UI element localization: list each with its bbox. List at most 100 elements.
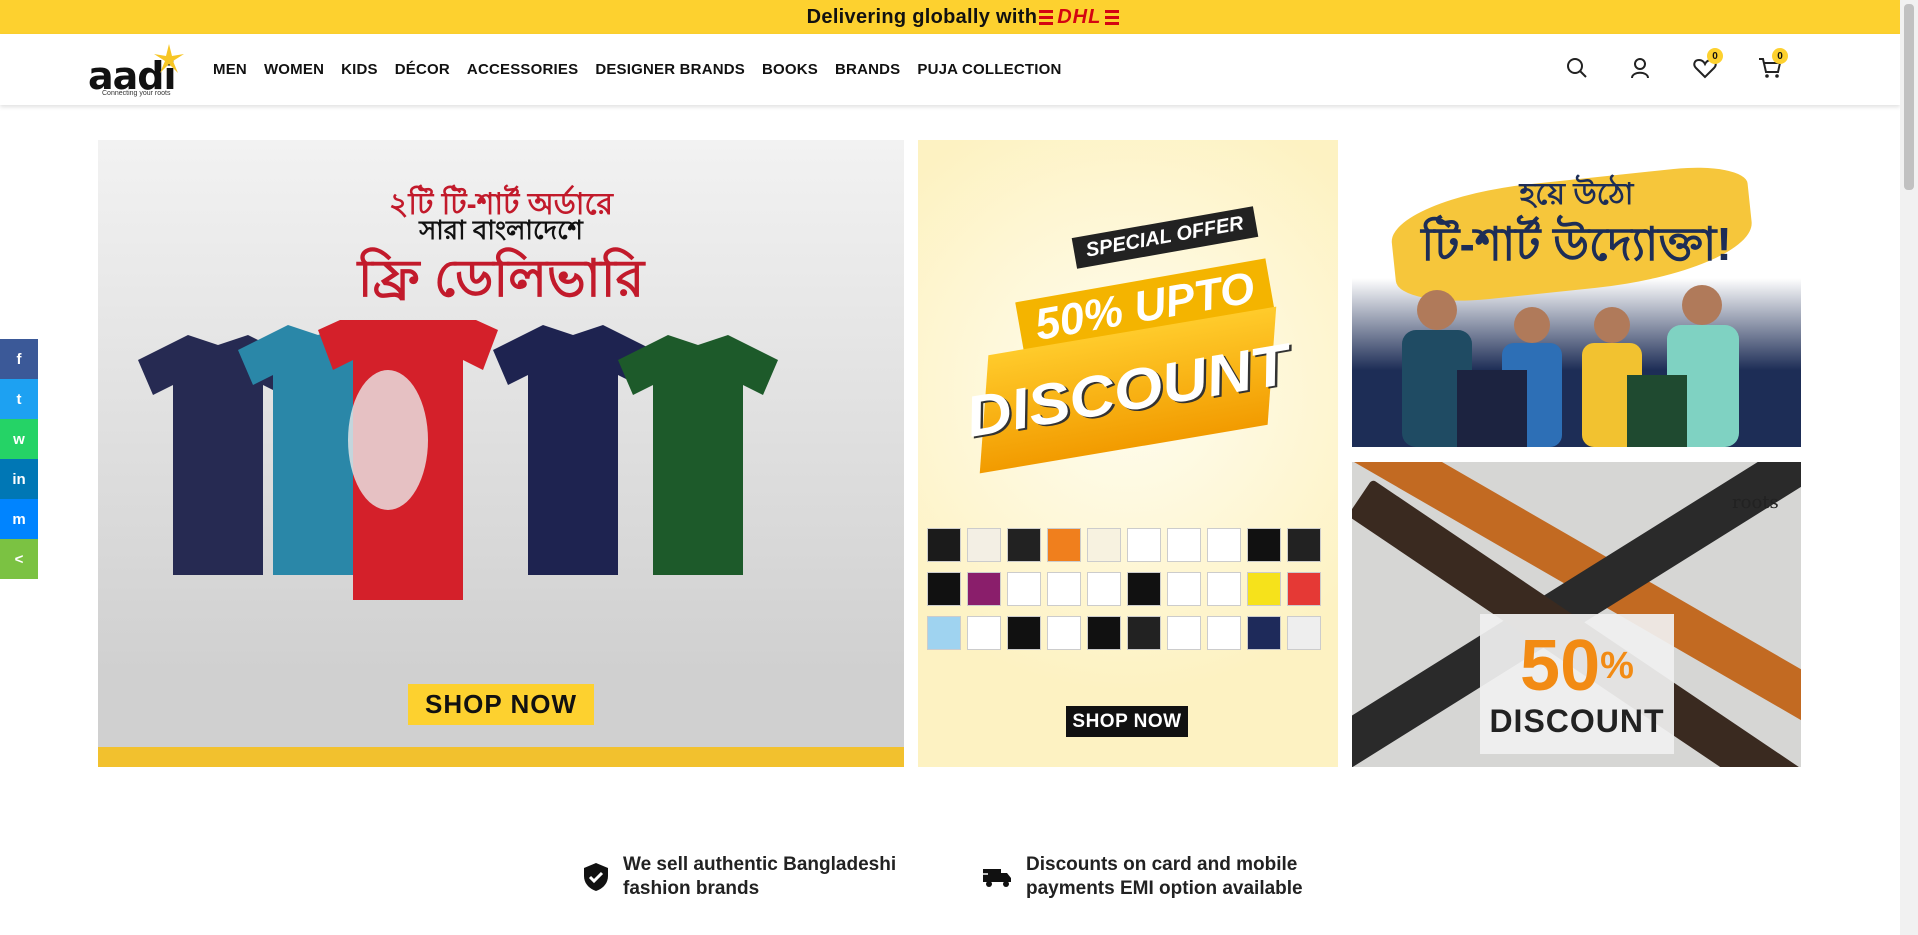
roots-logo: roots: [1732, 492, 1779, 513]
cart-button[interactable]: 0: [1754, 48, 1788, 86]
share-icon: <: [14, 550, 24, 568]
nav-kids[interactable]: KIDS: [341, 61, 378, 78]
brand-logo: [1087, 528, 1121, 562]
delivery-truck-icon: [982, 869, 1011, 887]
tshirts-image: [138, 320, 778, 600]
brand-logo: [927, 528, 961, 562]
whatsapp-icon: w: [13, 430, 25, 448]
nav-books[interactable]: BOOKS: [762, 61, 818, 78]
whatsapp-share-button[interactable]: w: [0, 419, 38, 459]
wishlist-button[interactable]: 0: [1689, 48, 1723, 86]
brand-logo: [1247, 616, 1281, 650]
feature-payments-line1: Discounts on card and mobile: [1026, 854, 1298, 875]
brand-logo: [1007, 528, 1041, 562]
roots-belts-discount-banner[interactable]: roots 50% DISCOUNT: [1352, 462, 1801, 767]
brand-logo: [1207, 572, 1241, 606]
messenger-icon: m: [12, 510, 26, 528]
brand-logo: [967, 616, 1001, 650]
feature-authentic-line1: We sell authentic Bangladeshi: [623, 854, 897, 875]
brand-logo: [1167, 528, 1201, 562]
nav-men[interactable]: MEN: [213, 61, 247, 78]
shipping-text: Delivering globally with: [806, 5, 1038, 28]
brands-discount-banner[interactable]: SPECIAL OFFER 50% UPTO DISCOUNT SHOP NOW: [918, 140, 1338, 767]
brand-logo: [1127, 616, 1161, 650]
brand-logo: [1287, 572, 1321, 606]
brand-logo: [1047, 572, 1081, 606]
banner1-bottom-band: [98, 747, 904, 767]
page-scrollbar[interactable]: [1900, 0, 1918, 935]
nav-accessories[interactable]: ACCESSORIES: [467, 61, 578, 78]
discount-label: DISCOUNT: [960, 331, 1296, 449]
nav-women[interactable]: WOMEN: [264, 61, 324, 78]
discount-percent: 50%: [1520, 629, 1634, 703]
twitter-share-button[interactable]: t: [0, 379, 38, 419]
nav-designer-brands[interactable]: DESIGNER BRANDS: [595, 61, 745, 78]
logo-tagline: Connecting your roots: [102, 90, 171, 97]
user-icon: [1631, 58, 1649, 79]
brand-logo: [1247, 528, 1281, 562]
feature-payments-line2: payments EMI option available: [1026, 878, 1303, 899]
shield-check-icon: [584, 863, 608, 891]
site-header: aadi Connecting your roots MEN WOMEN KID…: [0, 34, 1900, 105]
brand-logo: [1287, 528, 1321, 562]
feature-payments-text: Discounts on card and mobile payments EM…: [1026, 853, 1303, 901]
discount-percent-value: 50: [1520, 625, 1601, 706]
brand-logo: [1167, 572, 1201, 606]
percent-sign: %: [1600, 644, 1634, 687]
brand-logos-grid: [927, 528, 1333, 650]
shipping-bar: Delivering globally with DHL: [0, 0, 1918, 34]
special-offer-badge: SPECIAL OFFER: [1071, 206, 1258, 269]
brand-logo: [1047, 616, 1081, 650]
main-nav: MEN WOMEN KIDS DÉCOR ACCESSORIES DESIGNE…: [213, 34, 1079, 105]
people-image: [1402, 285, 1739, 447]
banner1-shop-now-button[interactable]: SHOP NOW: [408, 684, 594, 725]
feature-authentic-line2: fashion brands: [623, 878, 760, 899]
feature-authentic-text: We sell authentic Bangladeshi fashion br…: [623, 853, 896, 901]
brand-logo: [967, 572, 1001, 606]
brand-logo: [1207, 616, 1241, 650]
brand-logo: [1087, 616, 1121, 650]
logo-star-icon: [154, 44, 184, 73]
banner2-shop-now-button[interactable]: SHOP NOW: [1066, 706, 1188, 737]
nav-decor[interactable]: DÉCOR: [395, 61, 450, 78]
discount-box: 50% DISCOUNT: [1480, 614, 1674, 754]
brand-logo: [1167, 616, 1201, 650]
brand-logo: [1047, 528, 1081, 562]
search-icon: [1567, 58, 1587, 78]
brand-logo: [1127, 572, 1161, 606]
aadi-logo[interactable]: aadi Connecting your roots: [88, 40, 190, 100]
messenger-share-button[interactable]: m: [0, 499, 38, 539]
account-button[interactable]: [1624, 50, 1656, 86]
social-share-bar: f t w in m <: [0, 339, 38, 579]
facebook-icon: f: [16, 350, 22, 368]
discount-label: DISCOUNT: [1489, 702, 1665, 739]
twitter-icon: t: [16, 390, 22, 408]
search-button[interactable]: [1561, 50, 1593, 86]
brand-logo: [927, 572, 961, 606]
tshirt-free-delivery-banner[interactable]: ২টি টি-শার্ট অর্ডারে সারা বাংলাদেশে ফ্রি…: [98, 140, 904, 767]
banner1-line3: ফ্রি ডেলিভারি: [357, 250, 645, 308]
tshirt-entrepreneur-banner[interactable]: হয়ে উঠো টি-শার্ট উদ্যোক্তা!: [1352, 140, 1801, 447]
linkedin-share-button[interactable]: in: [0, 459, 38, 499]
brand-logo: [967, 528, 1001, 562]
brand-logo: [1127, 528, 1161, 562]
more-share-button[interactable]: <: [0, 539, 38, 579]
wishlist-count-badge: 0: [1707, 48, 1723, 64]
scrollbar-thumb[interactable]: [1904, 4, 1914, 190]
brand-logo: [1207, 528, 1241, 562]
banner3-line2: টি-শার্ট উদ্যোক্তা!: [1421, 218, 1732, 270]
brand-logo: [927, 616, 961, 650]
brand-logo: [1087, 572, 1121, 606]
feature-authentic: We sell authentic Bangladeshi fashion br…: [583, 853, 896, 901]
brand-logo: [1287, 616, 1321, 650]
feature-payments: Discounts on card and mobile payments EM…: [982, 853, 1303, 901]
linkedin-icon: in: [12, 470, 26, 488]
brand-logo: [1247, 572, 1281, 606]
brand-logo: [1007, 616, 1041, 650]
nav-puja-collection[interactable]: PUJA COLLECTION: [917, 61, 1061, 78]
facebook-share-button[interactable]: f: [0, 339, 38, 379]
dhl-logo: DHL: [1039, 6, 1120, 29]
nav-brands[interactable]: BRANDS: [835, 61, 900, 78]
brand-logo: [1007, 572, 1041, 606]
cart-count-badge: 0: [1772, 48, 1788, 64]
